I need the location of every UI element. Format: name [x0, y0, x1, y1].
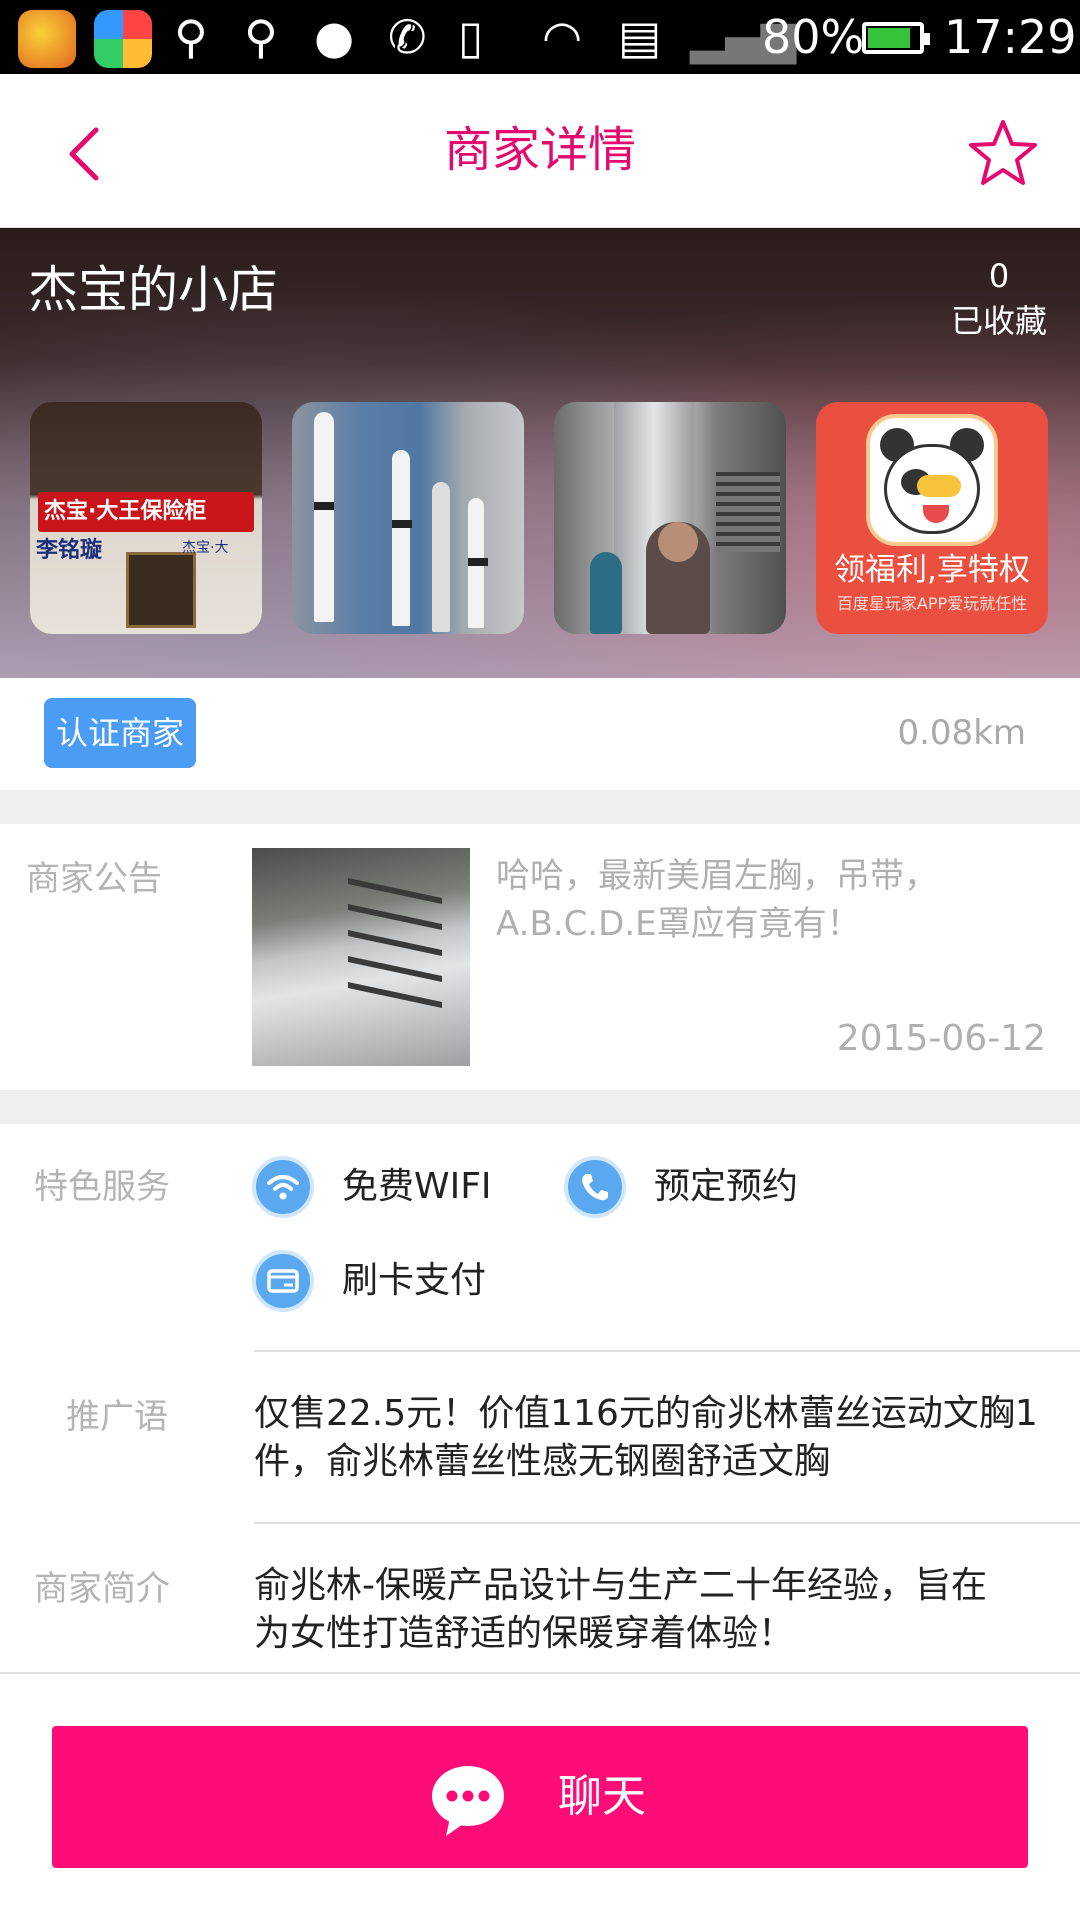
title-bar: 商家详情: [0, 74, 1080, 228]
section-gap: [0, 1090, 1080, 1124]
phone-icon: [564, 1156, 626, 1218]
gallery-photo[interactable]: [554, 402, 786, 634]
clock: 17:29: [944, 10, 1077, 64]
section-gap: [0, 790, 1080, 824]
promo-text: 仅售22.5元！价值116元的俞兆林蕾丝运动文胸1件，俞兆林蕾丝性感无钢圈舒适文…: [254, 1393, 1038, 1482]
sim-icon: ▤: [618, 10, 662, 64]
cert-row: 认证商家 0.08km: [0, 678, 1080, 790]
distance: 0.08km: [897, 713, 1026, 753]
android-icon: ●: [314, 10, 355, 64]
bear-mascot-icon: [866, 414, 998, 546]
phone-icon: ✆: [388, 10, 427, 64]
intro-label: 商家简介: [34, 1569, 170, 1609]
service-label: 免费WIFI: [342, 1166, 492, 1207]
card-icon: [252, 1250, 314, 1312]
ad-subtitle: 百度星玩家APP爱玩就任性: [836, 594, 1028, 613]
announcement-text: 哈哈，最新美眉左胸，吊带，A.B.C.D.E罩应有竟有！: [496, 856, 938, 944]
announcement-photo: [252, 848, 470, 1066]
app-icon-game: [18, 10, 76, 68]
divider: [0, 1672, 1080, 1674]
intro-text: 俞兆林-保暖产品设计与生产二十年经验，旨在为女性打造舒适的保暖穿着体验！: [254, 1565, 987, 1654]
wifi-icon: ◠: [542, 10, 583, 64]
details-section: 特色服务 免费WIFI 预定预约 刷卡支付 推广语 仅售22.5元！价值116元…: [0, 1124, 1080, 1672]
shop-name: 杰宝的小店: [28, 261, 278, 319]
photo-text: 李铭璇: [36, 538, 103, 563]
photo-brand-text: 杰宝·大: [182, 540, 229, 556]
app-icon-store: [94, 10, 152, 68]
gallery-photo[interactable]: [292, 402, 524, 634]
chat-button[interactable]: 聊天: [52, 1726, 1028, 1868]
services-label: 特色服务: [34, 1167, 170, 1207]
divider: [254, 1350, 1080, 1352]
announcement-date: 2015-06-12: [836, 1018, 1046, 1059]
vibrate-icon: ▯: [458, 10, 484, 64]
chat-label: 聊天: [558, 1771, 646, 1822]
page-title: 商家详情: [443, 122, 636, 178]
service-label: 预定预约: [654, 1166, 799, 1207]
status-bar: ⚲ ⚲ ● ✆ ▯ ◠ ▤ ▂▄▆ 80% 17:29: [0, 0, 1080, 74]
ad-title: 领福利,享特权: [834, 552, 1030, 588]
favorites-count: 0: [988, 257, 1010, 295]
announcement-section[interactable]: 商家公告 哈哈，最新美眉左胸，吊带，A.B.C.D.E罩应有竟有！ 2015-0…: [0, 824, 1080, 1090]
usb-icon: ⚲: [174, 10, 208, 64]
gallery-ad-banner[interactable]: 领福利,享特权 百度星玩家APP爱玩就任性: [816, 402, 1048, 634]
announcement-label: 商家公告: [26, 859, 162, 899]
certified-badge: 认证商家: [44, 698, 197, 768]
battery-icon: [862, 22, 930, 54]
star-outline-icon[interactable]: [968, 118, 1038, 188]
wifi-icon: [252, 1156, 314, 1218]
favorites-label: 已收藏: [950, 302, 1047, 340]
gallery-photo[interactable]: 杰宝·大王保险柜 李铭璇 杰宝·大: [30, 402, 262, 634]
shop-banner: 杰宝的小店 0 已收藏 杰宝·大王保险柜 李铭璇 杰宝·大 领福利,享特权 百度…: [0, 228, 1080, 678]
divider: [254, 1522, 1080, 1524]
photo-sign-text: 杰宝·大王保险柜: [44, 499, 207, 524]
promo-label: 推广语: [66, 1397, 168, 1437]
usb-icon: ⚲: [244, 10, 278, 64]
battery-percent: 80%: [762, 10, 865, 64]
chat-bubble-icon: [432, 1766, 504, 1836]
service-label: 刷卡支付: [342, 1260, 487, 1301]
